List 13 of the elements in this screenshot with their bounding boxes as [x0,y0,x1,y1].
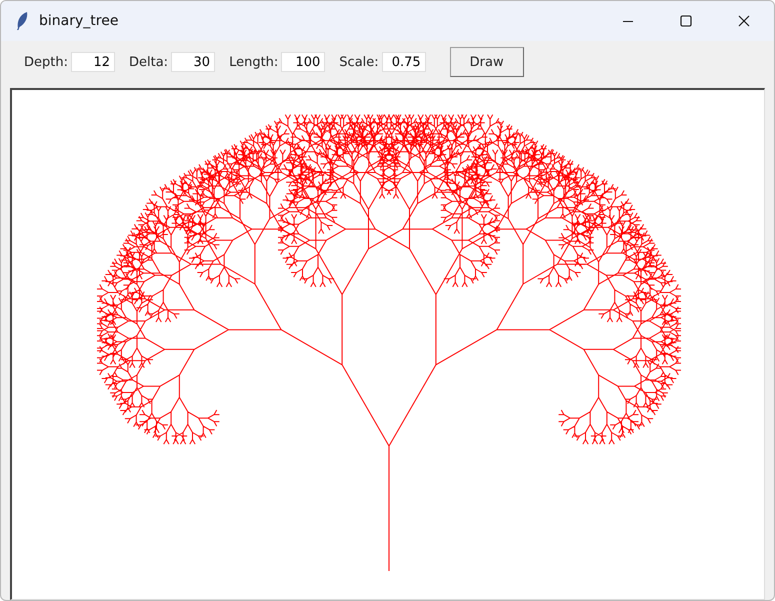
input-field[interactable]: 0.75 [382,52,426,72]
field-label: Scale: [339,54,379,70]
input-field[interactable]: 30 [171,52,216,72]
window-title: binary_tree [39,13,118,29]
field-label: Delta: [128,54,168,70]
draw-button[interactable]: Draw [450,47,524,77]
field-label: Length: [229,54,278,70]
close-icon[interactable] [738,15,750,27]
feather-icon [15,11,29,31]
input-field[interactable]: 12 [70,52,115,72]
field-label: Depth: [24,54,68,70]
input-field[interactable]: 100 [281,52,326,72]
maximize-icon[interactable] [680,15,692,27]
